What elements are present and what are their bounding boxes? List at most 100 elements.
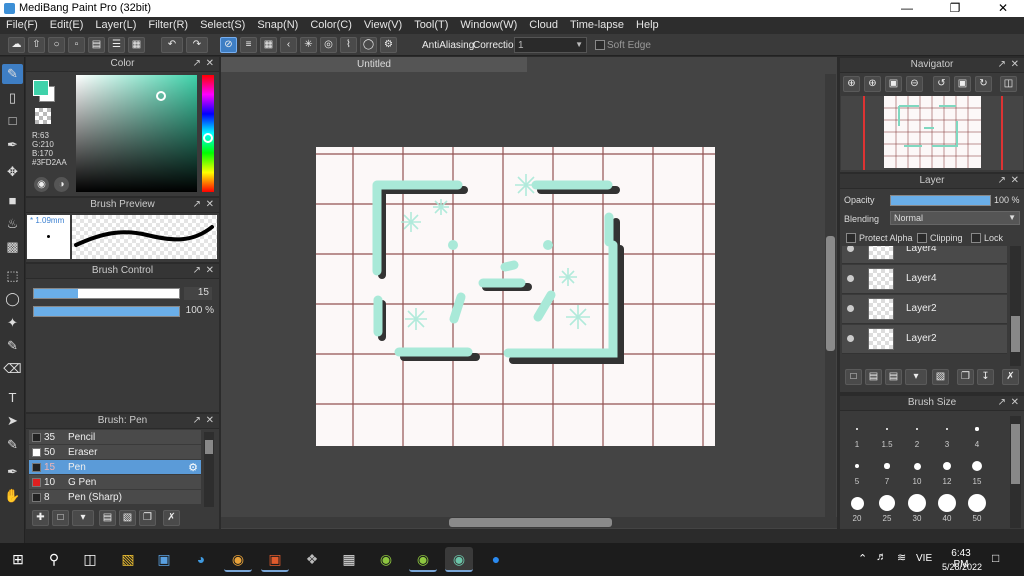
menu-snap[interactable]: Snap(N) [251, 17, 304, 34]
brush-item-g-pen[interactable]: 10 G Pen [29, 475, 201, 490]
bucket-tool-icon[interactable]: ♨ [2, 214, 23, 234]
popout-icon[interactable]: ↗ [998, 397, 1006, 409]
brush-item-pen[interactable]: 15 Pen ⚙ [29, 460, 201, 475]
scrollbar-thumb[interactable] [1011, 424, 1020, 484]
grid-icon[interactable]: ▦ [128, 37, 145, 53]
primary-color-swatch[interactable] [33, 80, 49, 96]
layer-menu-icon[interactable]: ▾ [905, 369, 927, 385]
undo-icon[interactable]: ↶ [161, 37, 183, 53]
app-icon-feather[interactable]: ❖ [298, 547, 326, 572]
clipping-checkbox[interactable] [917, 233, 927, 243]
duplicate-icon[interactable]: ❐ [139, 510, 156, 526]
layer-row[interactable]: Layer2 [842, 295, 1007, 324]
brush-size-option[interactable]: 12 [932, 453, 962, 486]
delete-layer-icon[interactable]: ✗ [1002, 369, 1019, 385]
select-tool-icon[interactable]: ⬚ [2, 266, 23, 286]
medibang-icon[interactable]: ◉ [445, 547, 473, 572]
close-icon[interactable]: ✕ [206, 199, 214, 211]
zoom-out-icon[interactable]: ⊖ [906, 76, 923, 92]
brush-size-option[interactable]: 2 [902, 416, 932, 449]
brush-size-option[interactable]: 10 [902, 453, 932, 486]
eye-icon[interactable] [847, 246, 854, 252]
gear-icon[interactable]: ⚙ [188, 461, 198, 474]
transparent-swatch[interactable] [35, 108, 51, 124]
brush-size-option[interactable]: 1 [842, 416, 872, 449]
file-explorer-icon[interactable]: ▧ [114, 547, 142, 572]
new-layer-icon[interactable]: □ [845, 369, 862, 385]
menu-help[interactable]: Help [630, 17, 665, 34]
move-tool-icon[interactable]: ✥ [2, 162, 23, 182]
brush-size-option[interactable]: 5 [842, 453, 872, 486]
duplicate-layer-icon[interactable]: ❐ [957, 369, 974, 385]
brush-size-option[interactable]: 40 [932, 490, 962, 523]
text-tool-icon[interactable]: T [2, 388, 23, 408]
lock-checkbox[interactable] [971, 233, 981, 243]
merge-layer-icon[interactable]: ↧ [977, 369, 994, 385]
eye-icon[interactable] [847, 335, 854, 342]
volume-icon[interactable]: ♬ [876, 551, 887, 563]
close-icon[interactable]: ✕ [206, 415, 214, 427]
brush-size-option[interactable]: 25 [872, 490, 902, 523]
list-icon[interactable]: ☰ [108, 37, 125, 53]
canvas-horizontal-scrollbar[interactable] [221, 517, 837, 528]
add-brush-icon[interactable]: ✚ [32, 510, 49, 526]
saturation-value-picker[interactable] [76, 75, 197, 192]
close-icon[interactable]: ✕ [1011, 59, 1019, 71]
snap-settings-icon[interactable]: ⚙ [380, 37, 397, 53]
menu-file[interactable]: File(F) [0, 17, 44, 34]
snap-curve-icon[interactable]: ⌇ [340, 37, 357, 53]
dot-tool-icon[interactable]: □ [2, 111, 23, 131]
eraser-tool-icon[interactable]: ▯ [2, 88, 23, 108]
delete-icon[interactable]: ✗ [163, 510, 180, 526]
brush-size-option[interactable]: 15 [962, 453, 992, 486]
brush-size-option[interactable]: 7 [872, 453, 902, 486]
close-icon[interactable]: ✕ [1011, 175, 1019, 187]
rotate-right-icon[interactable]: ↻ [975, 76, 992, 92]
brush-list-scrollbar[interactable] [204, 432, 214, 507]
brush-opacity-slider[interactable] [33, 306, 180, 317]
brush-size-value[interactable]: 15 [184, 287, 212, 300]
new-brush-icon[interactable]: □ [52, 510, 69, 526]
snap-perspective-icon[interactable]: ‹ [280, 37, 297, 53]
layer-list-scrollbar[interactable] [1010, 246, 1021, 366]
snap-ellipse-icon[interactable]: ◯ [360, 37, 377, 53]
brush-tool-icon[interactable]: ✎ [2, 64, 23, 84]
folder-icon[interactable]: ▧ [932, 369, 949, 385]
brush-size-slider[interactable] [33, 288, 180, 299]
flip-icon[interactable]: ◫ [1000, 76, 1017, 92]
edge-icon[interactable]: ◕ [187, 547, 215, 572]
hand-tool-icon[interactable]: ✋ [2, 486, 23, 506]
chrome-icon[interactable]: ◉ [224, 547, 252, 572]
app-icon-green-2[interactable]: ◉ [409, 547, 437, 572]
menu-color[interactable]: Color(C) [304, 17, 358, 34]
menu-tool[interactable]: Tool(T) [408, 17, 454, 34]
layer-row[interactable]: Layer2 [842, 325, 1007, 354]
close-icon[interactable]: ✕ [1011, 397, 1019, 409]
popout-icon[interactable]: ↗ [998, 175, 1006, 187]
search-icon[interactable]: ⚲ [40, 547, 68, 572]
fit-icon[interactable]: ▣ [885, 76, 902, 92]
scrollbar-thumb[interactable] [1011, 316, 1020, 352]
brush-size-option[interactable]: 30 [902, 490, 932, 523]
brush-item-pen-sharp[interactable]: 8 Pen (Sharp) [29, 490, 201, 505]
canvas-vertical-scrollbar[interactable] [825, 74, 836, 518]
document-icon[interactable]: ▤ [88, 37, 105, 53]
snap-radial-icon[interactable]: ✳ [300, 37, 317, 53]
document-tab[interactable]: Untitled [221, 57, 527, 72]
wifi-icon[interactable]: ≋ [897, 551, 906, 564]
brush-settings-icon[interactable]: ▤ [99, 510, 116, 526]
chevron-up-icon[interactable]: ⌃ [858, 552, 867, 565]
menu-select[interactable]: Select(S) [194, 17, 251, 34]
notifications-icon[interactable]: □ [992, 551, 999, 565]
minimize-icon[interactable]: — [884, 0, 930, 17]
popout-icon[interactable]: ↗ [193, 58, 201, 70]
color-wheel-icon[interactable]: ◑ [54, 177, 69, 192]
brush-size-option[interactable]: 20 [842, 490, 872, 523]
menu-window[interactable]: Window(W) [454, 17, 523, 34]
fit-window-icon[interactable]: ▣ [954, 76, 971, 92]
zalo-icon[interactable]: ● [482, 547, 510, 572]
store-icon[interactable]: ▣ [150, 547, 178, 572]
folder-icon[interactable]: ▧ [119, 510, 136, 526]
calculator-icon[interactable]: ▦ [335, 547, 363, 572]
close-icon[interactable]: ✕ [206, 265, 214, 277]
